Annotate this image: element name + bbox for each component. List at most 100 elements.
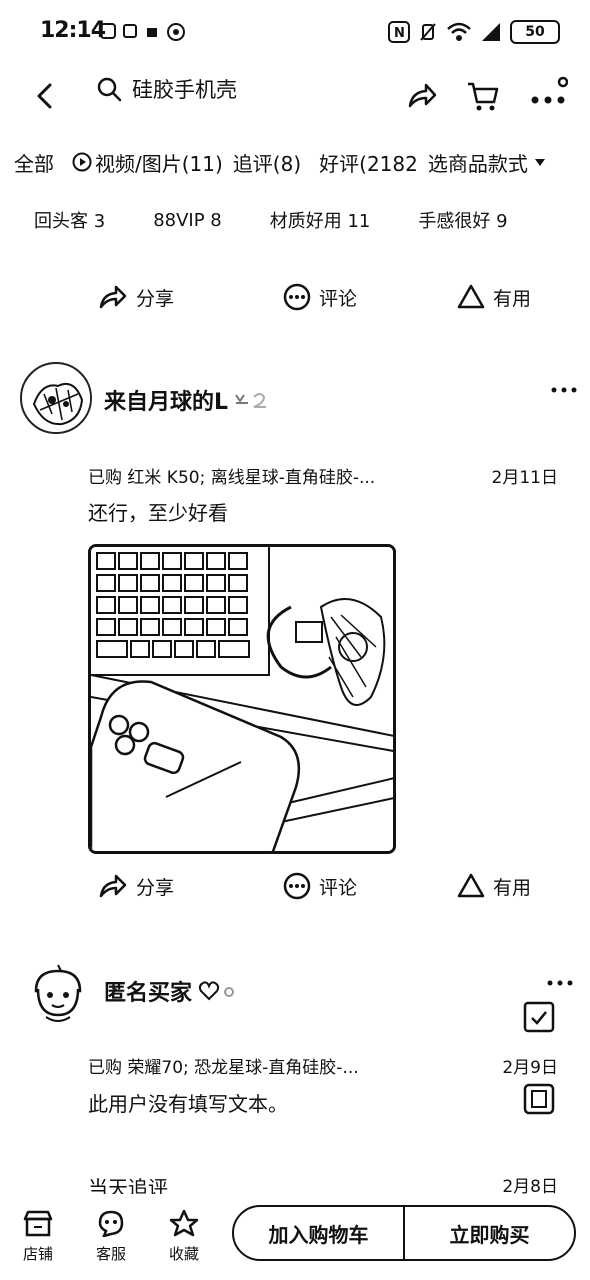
nfc-icon: N [388, 21, 410, 43]
customer-service-icon [98, 1210, 124, 1237]
review-actions: 分享 评论 有用 [0, 872, 590, 912]
favorite-button[interactable]: 收藏 [154, 1209, 214, 1264]
followup-date: 2月8日 [502, 1177, 558, 1194]
tag-feel[interactable]: 手感很好 9 [418, 207, 507, 233]
share-label: 分享 [136, 287, 175, 310]
caret-down-icon [534, 159, 545, 166]
heart-badge-icon [198, 981, 235, 1001]
search-bar[interactable]: 硅胶手机壳 [96, 74, 237, 104]
useful-button[interactable]: 有用 [457, 872, 531, 900]
user-info: 匿名买家 [104, 975, 238, 1007]
notification-icon [100, 23, 116, 39]
battery-level: 50 [525, 24, 545, 40]
filter-variant-label: 选商品款式 [427, 151, 528, 176]
shop-button[interactable]: 店铺 [8, 1209, 68, 1264]
comment-icon [283, 872, 311, 900]
review-header: 来自月球的L [20, 362, 580, 434]
favorite-label: 收藏 [168, 1245, 199, 1263]
star-icon [169, 1209, 199, 1237]
svg-text:N: N [394, 26, 405, 41]
review-text: 此用户没有填写文本。 [88, 1092, 288, 1116]
next-review-preview: 当天追评 2月8日 [88, 1176, 558, 1194]
customer-service-button[interactable]: 客服 [81, 1209, 141, 1264]
shop-label: 店铺 [22, 1245, 53, 1263]
review-photo-image [91, 547, 393, 851]
useful-label: 有用 [493, 876, 532, 899]
return-icon [523, 1083, 555, 1115]
avatar-image [24, 366, 90, 432]
top-bar: 硅胶手机壳 [0, 60, 590, 130]
share-icon[interactable] [406, 80, 438, 112]
wifi-icon [447, 22, 471, 41]
more-icon [547, 980, 573, 986]
tag-returning[interactable]: 回头客 3 [34, 207, 105, 233]
username[interactable]: 匿名买家 [104, 975, 192, 1007]
notification-icon [123, 24, 137, 38]
bottom-action-bar: 店铺 客服 收藏 加入购物车 立即购买 [0, 1195, 590, 1280]
tag-88vip[interactable]: 88VIP 8 [153, 210, 222, 231]
thumbs-up-icon [457, 284, 485, 309]
checklist-icon [523, 1001, 555, 1033]
followup-label: 当天追评 [88, 1176, 168, 1194]
review-tags: 回头客 3 88VIP 8 材质好用 11 手感很好 9 [34, 203, 590, 237]
vibrate-icon [420, 23, 436, 41]
filter-all[interactable]: 全部 [14, 148, 54, 177]
float-checklist-button[interactable] [522, 1000, 556, 1034]
useful-label: 有用 [493, 287, 532, 310]
shop-icon [23, 1210, 53, 1237]
float-back-button[interactable] [522, 1082, 556, 1116]
more-options-button[interactable] [546, 977, 574, 989]
purchase-info: 已购 荣耀70; 恐龙星球-直角硅胶-... 2月9日 [88, 1053, 558, 1078]
comment-button[interactable]: 评论 [283, 283, 357, 311]
purchase-info: 已购 红米 K50; 离线星球-直角硅胶-... 2月11日 [88, 463, 558, 488]
share-icon [99, 874, 127, 898]
tag-material[interactable]: 材质好用 11 [270, 207, 371, 233]
purchase-variant: 已购 红米 K50; 离线星球-直角硅胶-... [88, 468, 376, 488]
filter-positive[interactable]: 好评(2182 [319, 148, 418, 177]
review-filter-tabs: 全部 视频/图片(11) 追评(8) 好评(2182 选商品款式 [14, 142, 590, 182]
share-button[interactable]: 分享 [98, 283, 174, 311]
review-actions: 分享 评论 有用 [0, 283, 590, 323]
review-date: 2月9日 [502, 1058, 558, 1078]
username[interactable]: 来自月球的L [104, 384, 228, 416]
notification-icon [167, 23, 185, 41]
more-icon [551, 387, 577, 393]
anonymous-avatar-icon [34, 964, 82, 1022]
comment-label: 评论 [319, 287, 358, 310]
buy-now-button[interactable]: 立即购买 [403, 1207, 574, 1259]
chevron-left-icon [37, 83, 52, 109]
play-icon [72, 152, 92, 172]
cart-icon[interactable] [466, 80, 500, 112]
top-actions [406, 76, 568, 116]
status-time: 12:14 [40, 18, 106, 43]
user-info: 来自月球的L [104, 384, 274, 416]
filter-media[interactable]: 视频/图片(11) [72, 148, 223, 177]
comment-label: 评论 [319, 876, 358, 899]
review-photo[interactable] [88, 544, 396, 854]
comment-button[interactable]: 评论 [283, 872, 357, 900]
customer-service-label: 客服 [95, 1245, 126, 1263]
signal-icon [482, 23, 500, 41]
review-date: 2月11日 [491, 468, 558, 488]
filter-variant[interactable]: 选商品款式 [428, 148, 546, 177]
useful-button[interactable]: 有用 [457, 283, 531, 311]
add-to-cart-button[interactable]: 加入购物车 [234, 1207, 403, 1259]
back-button[interactable] [28, 78, 64, 114]
share-icon [99, 285, 127, 309]
avatar[interactable] [28, 961, 88, 1025]
share-button[interactable]: 分享 [98, 872, 174, 900]
search-icon [97, 77, 122, 102]
filter-followup[interactable]: 追评(8) [233, 148, 301, 177]
share-label: 分享 [136, 876, 175, 899]
review-header: 匿名买家 [20, 955, 580, 1025]
notification-icons [100, 22, 186, 42]
more-options-button[interactable] [550, 384, 578, 396]
thumbs-up-icon [457, 873, 485, 898]
purchase-cta-group: 加入购物车 立即购买 [232, 1205, 576, 1261]
battery-indicator: 50 [510, 20, 560, 44]
system-icons: N 50 [388, 20, 560, 44]
avatar[interactable] [20, 362, 92, 434]
filter-media-label: 视频/图片(11) [95, 151, 223, 176]
more-options-icon[interactable] [528, 76, 568, 116]
review-text: 还行，至少好看 [88, 501, 228, 525]
